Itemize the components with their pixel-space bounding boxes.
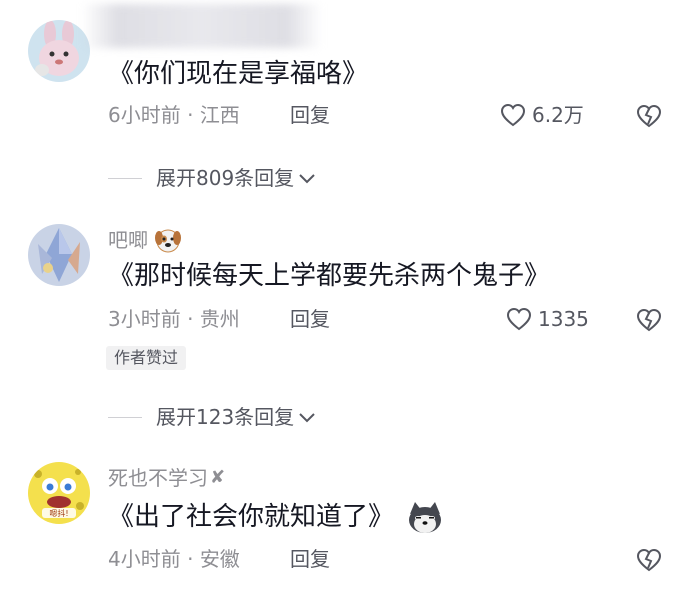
dislike-button[interactable] <box>636 104 662 128</box>
avatar-rabbit-image <box>28 20 90 82</box>
dog-face-emoji-icon <box>154 226 182 254</box>
expand-replies-button[interactable]: 展开123条回复 <box>108 404 316 430</box>
comment-list: 《你们现在是享福咯》 6小时前 · 江西 回复 6.2万 展开809条回复 吧唧… <box>0 0 690 591</box>
like-button[interactable]: 6.2万 <box>500 102 584 128</box>
reply-button[interactable]: 回复 <box>290 102 330 128</box>
username[interactable]: 吧唧 <box>108 226 182 254</box>
avatar-caption-text: 嗯抖! <box>49 508 68 518</box>
username-redacted <box>82 4 322 48</box>
timestamp: 6小时前 <box>108 103 181 127</box>
chevron-down-icon <box>299 174 315 184</box>
broken-heart-icon <box>636 308 662 332</box>
comment-meta: 3小时前 · 贵州 <box>108 306 240 332</box>
divider-line <box>108 416 142 418</box>
meta-separator: · <box>187 103 194 127</box>
avatar-sponge-image: 嗯抖! <box>28 462 90 524</box>
avatar[interactable]: 嗯抖! <box>28 462 90 524</box>
expand-replies-button[interactable]: 展开809条回复 <box>108 165 316 191</box>
divider-line <box>108 177 142 179</box>
expand-label: 展开809条回复 <box>156 166 295 190</box>
avatar[interactable] <box>28 20 90 82</box>
comment-meta: 4小时前 · 安徽 <box>108 546 240 572</box>
dislike-button[interactable] <box>636 548 662 572</box>
chevron-down-icon <box>299 413 315 423</box>
comment-meta: 6小时前 · 江西 <box>108 102 240 128</box>
broken-heart-icon <box>636 104 662 128</box>
like-button[interactable]: 1335 <box>506 306 589 332</box>
like-count: 1335 <box>538 307 589 331</box>
reply-button[interactable]: 回复 <box>290 306 330 332</box>
reply-button[interactable]: 回复 <box>290 546 330 572</box>
husky-face-emoji-icon <box>406 500 444 534</box>
expand-label: 展开123条回复 <box>156 405 295 429</box>
heart-outline-icon <box>506 307 532 331</box>
comment-text: 《出了社会你就知道了》 <box>108 500 444 534</box>
dislike-button[interactable] <box>636 308 662 332</box>
meta-separator: · <box>187 547 194 571</box>
author-liked-badge: 作者赞过 <box>106 346 187 370</box>
meta-separator: · <box>187 307 194 331</box>
avatar[interactable] <box>28 224 90 286</box>
broken-heart-icon <box>636 548 662 572</box>
location: 贵州 <box>199 307 240 331</box>
timestamp: 4小时前 <box>108 547 181 571</box>
location: 安徽 <box>199 547 240 571</box>
like-count: 6.2万 <box>532 103 584 127</box>
timestamp: 3小时前 <box>108 307 181 331</box>
heart-outline-icon <box>500 103 526 127</box>
comment-text: 《你们现在是享福咯》 <box>108 59 369 89</box>
username[interactable]: 死也不学习 ✘ <box>108 466 225 490</box>
comment-text: 《那时候每天上学都要先杀两个鬼子》 <box>108 261 551 291</box>
cross-mark: ✘ <box>210 467 226 488</box>
location: 江西 <box>199 103 240 127</box>
avatar-crystal-image <box>28 224 90 286</box>
